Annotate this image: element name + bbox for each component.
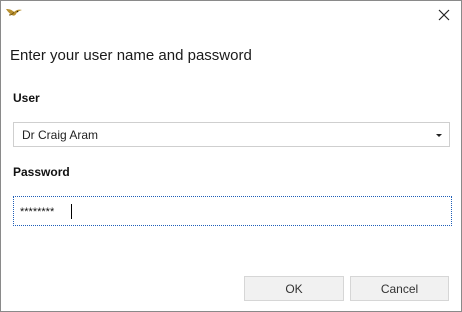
login-dialog: Enter your user name and password User D… — [0, 0, 462, 312]
password-field[interactable]: ******** — [13, 196, 452, 226]
user-select-value: Dr Craig Aram — [22, 128, 99, 142]
close-button[interactable] — [427, 1, 461, 29]
user-select[interactable]: Dr Craig Aram — [13, 122, 450, 147]
password-label: Password — [13, 165, 70, 179]
password-value: ******** — [20, 206, 55, 218]
bird-logo-icon — [5, 5, 23, 21]
cancel-button[interactable]: Cancel — [350, 276, 449, 301]
close-icon — [438, 9, 450, 21]
ok-button[interactable]: OK — [244, 276, 344, 301]
title-bar — [1, 1, 461, 29]
user-label: User — [13, 91, 40, 105]
text-caret — [71, 204, 72, 219]
dropdown-arrow-icon[interactable] — [432, 127, 446, 143]
dialog-heading: Enter your user name and password — [10, 47, 252, 64]
